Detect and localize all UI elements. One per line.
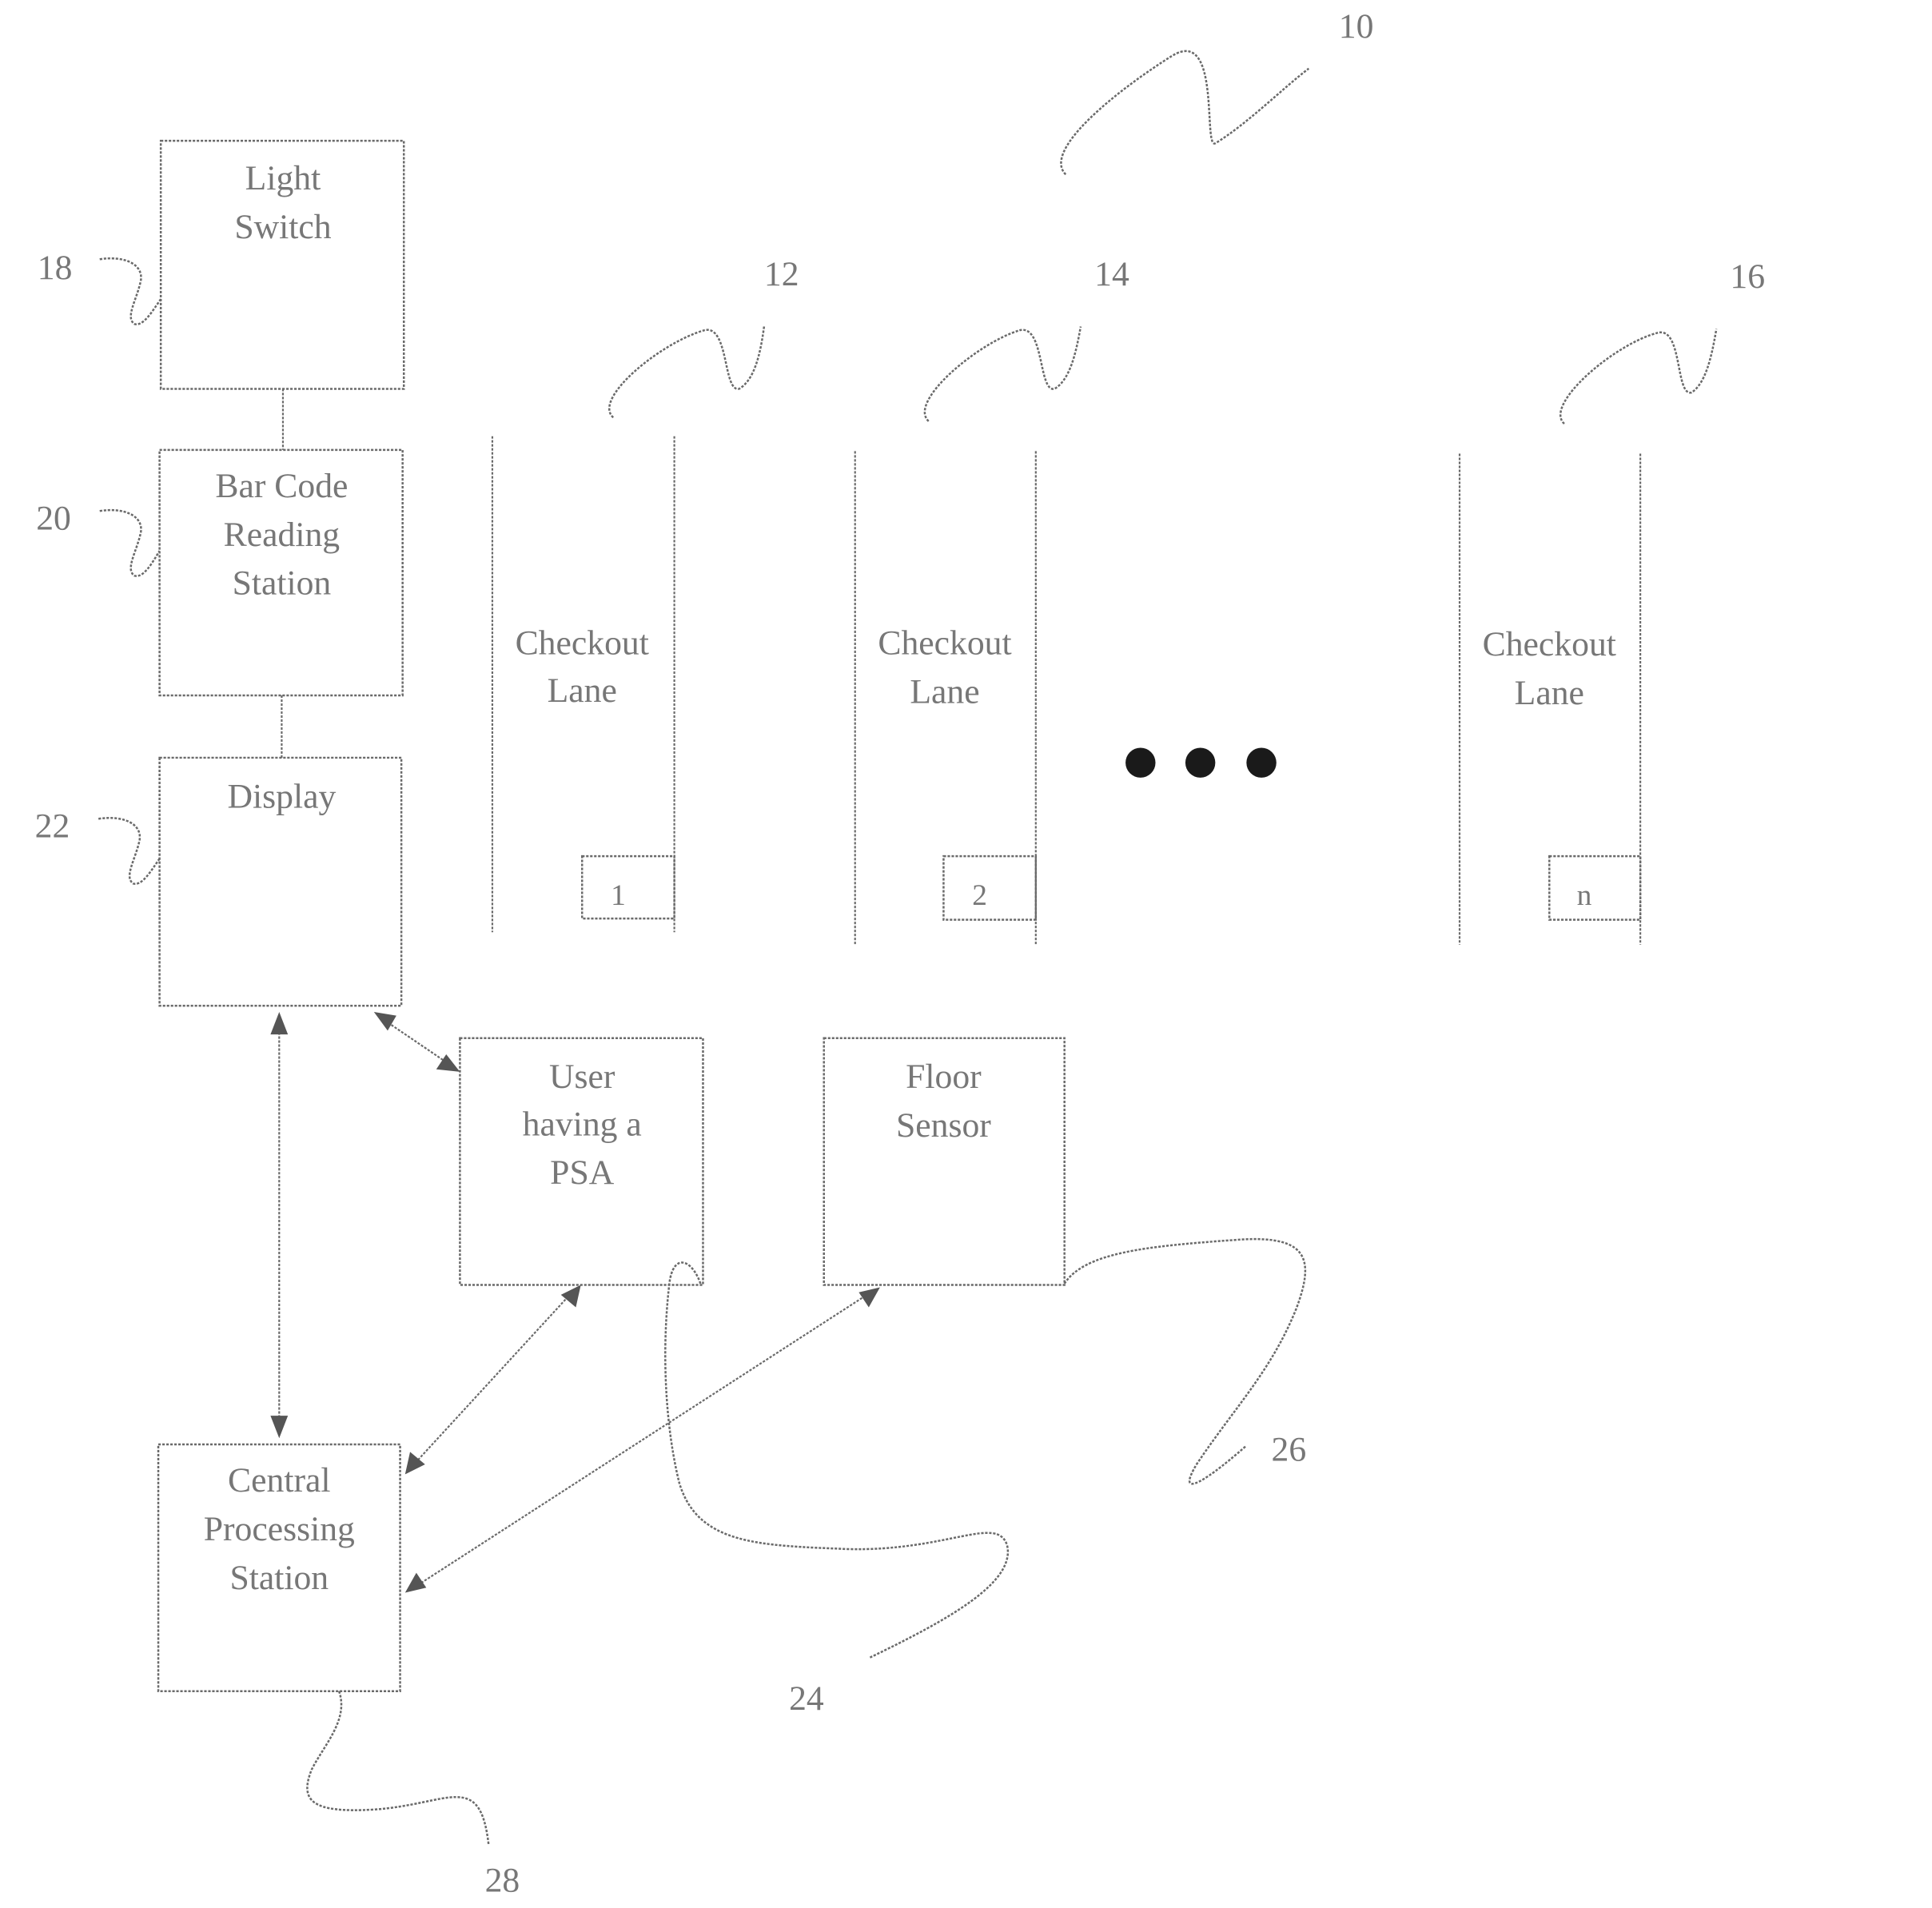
- lane-n-label-line1: Checkout: [1483, 625, 1616, 663]
- lane-2-number: 2: [972, 879, 987, 912]
- bar-code-label-line1: Bar Code: [215, 467, 348, 505]
- lane-2-label-line2: Lane: [910, 672, 979, 711]
- light-switch-label-line2: Switch: [234, 208, 331, 246]
- ref-numeral-10: 10: [1339, 7, 1374, 46]
- arrow-display-user-shaft: [380, 1017, 452, 1066]
- floor-sensor-label-line1: Floor: [906, 1058, 982, 1096]
- central-processing-label-line1: Central: [228, 1461, 330, 1500]
- arrow-user-central-shaft: [414, 1293, 572, 1464]
- ref-numeral-16: 16: [1730, 257, 1765, 296]
- arrow-display-user: [373, 1011, 460, 1072]
- central-processing-label-line3: Station: [229, 1559, 329, 1597]
- light-switch-block: Light Switch 18: [38, 139, 405, 390]
- ref-numeral-20: 20: [36, 500, 71, 538]
- arrowhead-display-corner: [373, 1011, 396, 1031]
- lane-n-number-box: [1548, 854, 1642, 921]
- leader-line-26: [1063, 1237, 1307, 1485]
- arrowhead-central-right: [404, 1572, 427, 1593]
- leader-line-14: [923, 326, 1082, 422]
- checkout-lane-2: Checkout Lane 2 14: [854, 255, 1129, 945]
- diagram-canvas: 10 Light Switch 18 Bar Code Reading Stat…: [35, 7, 1765, 1900]
- leader-line-18: [99, 257, 162, 325]
- checkout-lane-1: Checkout Lane 1 12: [491, 255, 799, 933]
- lane-n-number: n: [1577, 879, 1592, 912]
- user-psa-label-line3: PSA: [550, 1153, 615, 1192]
- lane-1-label-line2: Lane: [548, 671, 617, 710]
- floor-sensor-label-line2: Sensor: [896, 1106, 991, 1145]
- leader-line-24: [664, 1261, 1010, 1659]
- arrowhead-central-bottom: [270, 1416, 289, 1439]
- ref-numeral-26: 26: [1272, 1430, 1307, 1468]
- leader-line-10: [1060, 50, 1310, 176]
- user-psa-label-line2: having a: [523, 1105, 642, 1143]
- ellipsis-dot-1: [1125, 747, 1156, 778]
- lane-2-label-line1: Checkout: [878, 624, 1011, 663]
- arrow-user-central: [404, 1285, 581, 1475]
- ref-numeral-22: 22: [35, 807, 70, 846]
- central-processing-block: Central Processing Station 28: [157, 1443, 520, 1900]
- bar-code-label-line3: Station: [233, 564, 332, 603]
- leader-line-22: [98, 817, 161, 885]
- leader-line-12: [608, 326, 766, 419]
- leader-line-16: [1559, 329, 1718, 425]
- bar-code-label-line2: Reading: [224, 516, 340, 554]
- central-processing-label-line2: Processing: [204, 1510, 355, 1548]
- floor-sensor-block: Floor Sensor 26: [823, 1037, 1307, 1485]
- display-label-line1: Display: [228, 777, 337, 815]
- lane-1-number: 1: [611, 879, 626, 912]
- system-reference: 10: [1060, 7, 1374, 176]
- arrowhead-floor-bottom: [858, 1287, 880, 1308]
- light-switch-label-line1: Light: [245, 159, 321, 197]
- leader-line-28: [306, 1691, 490, 1845]
- lane-1-label-line1: Checkout: [516, 624, 649, 663]
- ellipsis-dot-3: [1246, 747, 1277, 778]
- bar-code-block: Bar Code Reading Station 20: [36, 448, 404, 697]
- arrowhead-user-bottom: [560, 1285, 581, 1308]
- ref-numeral-28: 28: [485, 1862, 520, 1900]
- lane-1-number-box: [580, 854, 675, 920]
- display-block: Display 22: [35, 756, 403, 1007]
- ref-numeral-24: 24: [789, 1679, 824, 1718]
- ellipsis-dot-2: [1185, 747, 1216, 778]
- lane-2-number-box: [942, 854, 1038, 921]
- leader-line-20: [99, 508, 161, 577]
- user-psa-label-line1: User: [549, 1058, 615, 1096]
- ref-numeral-14: 14: [1094, 255, 1129, 293]
- ref-numeral-12: 12: [764, 255, 799, 293]
- arrow-display-central: [270, 1011, 289, 1439]
- checkout-lane-n: Checkout Lane n 16: [1458, 257, 1765, 945]
- arrowhead-display-top: [270, 1011, 289, 1035]
- arrow-floor-central-shaft: [416, 1293, 870, 1587]
- lane-n-label-line2: Lane: [1515, 674, 1584, 712]
- ellipsis-more-lanes: [1125, 747, 1277, 778]
- ref-numeral-18: 18: [38, 249, 73, 287]
